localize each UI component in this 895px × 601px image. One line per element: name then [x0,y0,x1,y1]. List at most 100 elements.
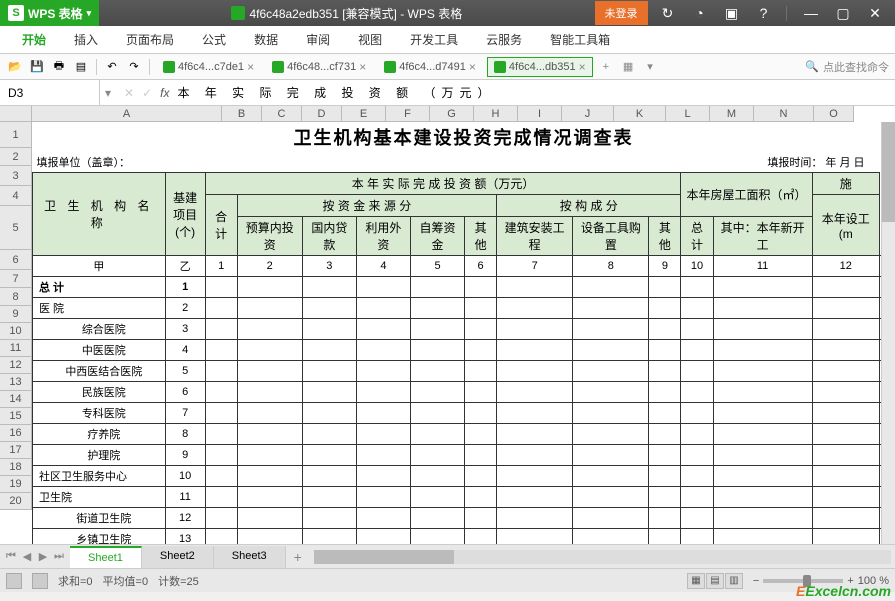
cell[interactable] [713,277,812,298]
cell[interactable] [410,277,464,298]
sync-icon[interactable]: ↻ [656,5,680,22]
help-icon[interactable]: ? [752,5,776,21]
col-head-E[interactable]: E [342,106,386,121]
cell[interactable] [573,424,649,445]
cell[interactable] [465,508,497,529]
cell[interactable] [237,466,302,487]
org-name[interactable]: 疗养院 [33,424,166,445]
col-head-L[interactable]: L [666,106,710,121]
row-head-2[interactable]: 2 [0,148,31,166]
cell[interactable] [713,529,812,545]
cell[interactable] [410,508,464,529]
cell[interactable] [573,508,649,529]
cell[interactable] [713,487,812,508]
cell[interactable] [356,298,410,319]
cell[interactable] [356,403,410,424]
cell[interactable] [713,508,812,529]
cell[interactable] [649,361,681,382]
proj-count[interactable]: 11 [165,487,205,508]
skin-icon[interactable]: ▣ [720,5,744,22]
menu-开发工具[interactable]: 开发工具 [396,26,472,53]
cell[interactable] [573,298,649,319]
row-head-4[interactable]: 4 [0,186,31,206]
row-head-19[interactable]: 19 [0,476,31,493]
sheet-next-icon[interactable]: ▶ [36,550,50,563]
cell[interactable] [497,424,573,445]
cell[interactable] [812,445,879,466]
cell[interactable] [713,340,812,361]
cell[interactable] [812,382,879,403]
cell[interactable] [681,466,713,487]
cell[interactable] [681,298,713,319]
cell[interactable] [812,508,879,529]
proj-count[interactable]: 3 [165,319,205,340]
row-head-12[interactable]: 12 [0,357,31,374]
cell[interactable] [465,487,497,508]
name-dropdown-icon[interactable]: ▾ [100,86,116,100]
col-head-O[interactable]: O [814,106,854,121]
row-head-16[interactable]: 16 [0,425,31,442]
cell[interactable] [497,298,573,319]
org-name[interactable]: 街道卫生院 [33,508,166,529]
cell-reference[interactable]: D3 [0,80,100,105]
cell[interactable] [465,382,497,403]
select-all-corner[interactable] [0,106,32,122]
org-name[interactable]: 专科医院 [33,403,166,424]
cell[interactable] [465,277,497,298]
cell[interactable] [205,487,237,508]
menu-智能工具箱[interactable]: 智能工具箱 [536,26,624,53]
cell[interactable] [205,382,237,403]
cell[interactable] [681,508,713,529]
view-normal-icon[interactable]: ▦ [687,573,705,589]
cell[interactable] [205,466,237,487]
col-head-A[interactable]: A [32,106,222,121]
cell[interactable] [497,508,573,529]
login-status[interactable]: 未登录 [595,1,648,25]
row-head-14[interactable]: 14 [0,391,31,408]
cell[interactable] [410,319,464,340]
close-tab-icon[interactable]: × [469,60,476,74]
row-head-8[interactable]: 8 [0,288,31,306]
cell[interactable] [812,529,879,545]
proj-count[interactable]: 2 [165,298,205,319]
fx-cancel-icon[interactable]: ✕ [124,86,134,100]
cell[interactable] [465,529,497,545]
cell[interactable] [302,277,356,298]
add-tab-icon[interactable]: + [597,61,615,73]
cell[interactable] [649,424,681,445]
cell[interactable] [356,445,410,466]
row-head-20[interactable]: 20 [0,493,31,510]
cell[interactable] [205,340,237,361]
org-name[interactable]: 中医医院 [33,340,166,361]
col-head-G[interactable]: G [430,106,474,121]
cell[interactable] [497,277,573,298]
cell[interactable] [205,403,237,424]
cell[interactable] [410,487,464,508]
cell[interactable] [302,529,356,545]
cell[interactable] [237,403,302,424]
cell[interactable] [465,340,497,361]
cell[interactable] [812,403,879,424]
cell[interactable] [681,340,713,361]
cell[interactable] [812,466,879,487]
row-head-7[interactable]: 7 [0,270,31,288]
org-name[interactable]: 护理院 [33,445,166,466]
close-tab-icon[interactable]: × [359,60,366,74]
cell[interactable] [649,298,681,319]
maximize-icon[interactable]: ▢ [831,5,855,22]
cell[interactable] [812,424,879,445]
cell[interactable] [573,277,649,298]
proj-count[interactable]: 8 [165,424,205,445]
spreadsheet-content[interactable]: 卫生机构基本建设投资完成情况调查表填报单位（盖章）：填报时间： 年 月 日卫 生… [32,122,895,544]
minimize-icon[interactable]: — [799,5,823,21]
cell[interactable] [681,424,713,445]
menu-视图[interactable]: 视图 [344,26,396,53]
cell[interactable] [205,298,237,319]
proj-count[interactable]: 6 [165,382,205,403]
cell[interactable] [356,487,410,508]
proj-count[interactable]: 7 [165,403,205,424]
sheet-first-icon[interactable]: ⏮ [4,550,18,563]
cell[interactable] [465,403,497,424]
cell[interactable] [205,529,237,545]
view-break-icon[interactable]: ▥ [725,573,743,589]
